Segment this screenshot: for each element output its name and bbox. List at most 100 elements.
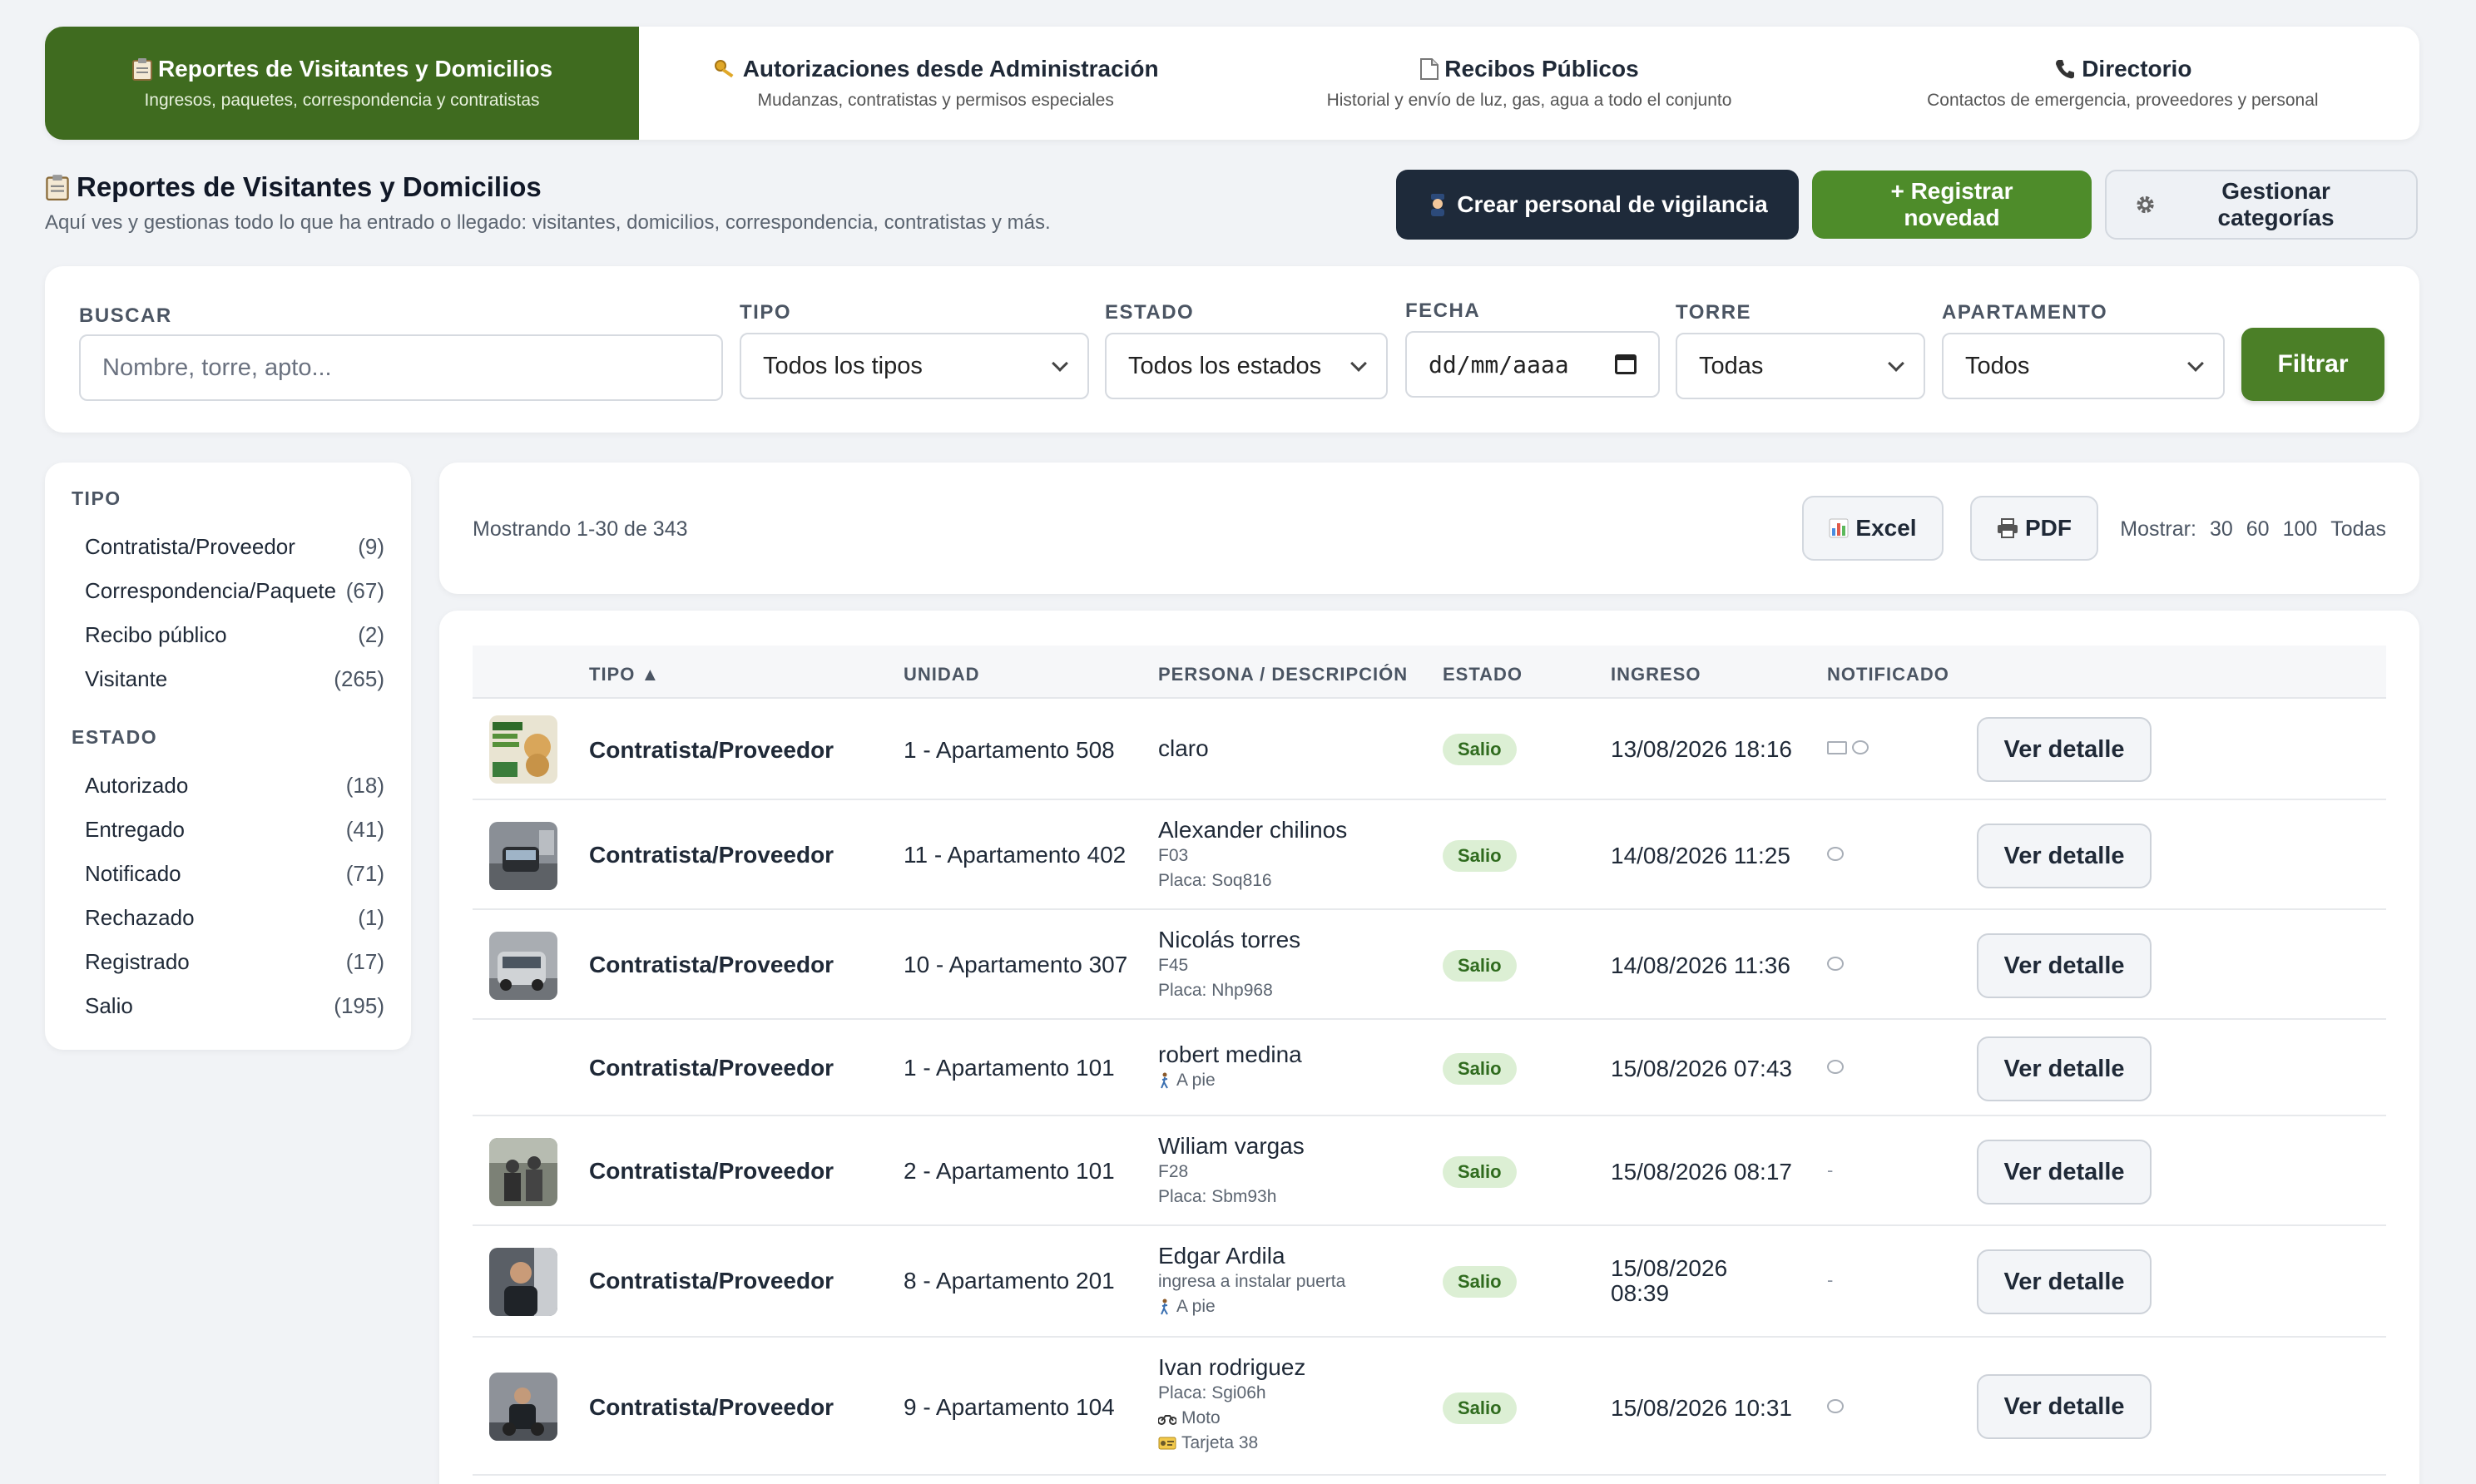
- row-tipo: Contratista/Proveedor: [589, 952, 834, 977]
- person-name: Wiliam vargas: [1158, 1133, 1305, 1159]
- row-thumbnail[interactable]: [489, 1138, 557, 1206]
- apartamento-select-value: Todos: [1965, 352, 2030, 379]
- row-thumbnail[interactable]: [489, 932, 557, 1000]
- torre-label: TORRE: [1676, 301, 1752, 324]
- col-estado-header: ESTADO: [1443, 664, 1523, 685]
- view-detail-button[interactable]: Ver detalle: [1977, 1374, 2152, 1439]
- fecha-input[interactable]: dd/mm/aaaa: [1405, 331, 1660, 398]
- row-tipo: Contratista/Proveedor: [589, 1394, 834, 1420]
- person-transport: A pie: [1158, 1294, 1345, 1319]
- facet-count: (2): [358, 622, 384, 647]
- main-tabs: Reportes de Visitantes y Domicilios Ingr…: [45, 27, 2419, 140]
- search-input[interactable]: Nombre, torre, apto...: [79, 334, 723, 401]
- results-table: TIPO ▲ UNIDAD PERSONA / DESCRIPCIÓN ESTA…: [439, 611, 2419, 1484]
- person-card: Tarjeta 38: [1158, 1431, 1305, 1456]
- view-detail-button[interactable]: Ver detalle: [1977, 1140, 2152, 1205]
- register-novelty-button[interactable]: + Registrar novedad: [1812, 171, 2092, 239]
- col-tipo-header[interactable]: TIPO ▲: [589, 664, 660, 685]
- mail-icon: [1827, 740, 1847, 754]
- guard-icon: [1431, 194, 1445, 216]
- facet-tipo-recibo[interactable]: Recibo público (2): [72, 613, 384, 657]
- row-unidad: 11 - Apartamento 402: [904, 842, 1127, 868]
- row-persona: Nicolás torres F45 Placa: Nhp968: [1158, 927, 1300, 1003]
- facet-estado-rechazado[interactable]: Rechazado (1): [72, 896, 384, 940]
- chat-icon: [1852, 740, 1869, 754]
- apartamento-select[interactable]: Todos: [1942, 333, 2225, 399]
- apartamento-label: APARTAMENTO: [1942, 301, 2108, 324]
- page-title: Reportes de Visitantes y Domicilios: [77, 171, 542, 202]
- page-size-100[interactable]: 100: [2283, 517, 2318, 542]
- manage-categories-button[interactable]: Gestionar categorías: [2105, 170, 2418, 240]
- row-ingreso: 15/08/2026 08:39: [1611, 1256, 1727, 1306]
- view-detail-button[interactable]: Ver detalle: [1977, 1249, 2152, 1314]
- tab-subtitle: Contactos de emergencia, proveedores y p…: [1927, 91, 2319, 110]
- facet-label: Salio: [85, 993, 133, 1018]
- status-badge: Salio: [1443, 1053, 1517, 1085]
- row-notificado: [1827, 1399, 1844, 1413]
- person-detail: F03: [1158, 846, 1189, 865]
- row-tipo: Contratista/Proveedor: [589, 737, 834, 763]
- tipo-select[interactable]: Todos los tipos: [740, 333, 1089, 399]
- facet-estado-autorizado[interactable]: Autorizado (18): [72, 764, 384, 808]
- tab-autorizaciones[interactable]: Autorizaciones desde Administración Muda…: [639, 27, 1232, 140]
- row-thumbnail[interactable]: [489, 715, 557, 784]
- facet-label: Rechazado: [85, 905, 195, 930]
- person-detail: F45: [1158, 956, 1189, 975]
- create-guard-button[interactable]: Crear personal de vigilancia: [1396, 170, 1799, 240]
- torre-select[interactable]: Todas: [1676, 333, 1925, 399]
- status-badge: Salio: [1443, 734, 1517, 765]
- tab-recibos[interactable]: Recibos Públicos Historial y envío de lu…: [1232, 27, 1825, 140]
- facet-tipo-contratista[interactable]: Contratista/Proveedor (9): [72, 525, 384, 569]
- view-detail-button[interactable]: Ver detalle: [1977, 717, 2152, 782]
- photo-thumbnail: [489, 1248, 557, 1316]
- table-row: Contratista/Proveedor 11 - Apartamento 4…: [473, 800, 2386, 910]
- facet-estado-registrado[interactable]: Registrado (17): [72, 940, 384, 984]
- row-notificado: [1827, 957, 1844, 971]
- facet-count: (1): [358, 905, 384, 930]
- tab-title-label: Recibos Públicos: [1444, 56, 1639, 82]
- status-badge: Salio: [1443, 840, 1517, 872]
- row-thumbnail[interactable]: [489, 1248, 557, 1316]
- calendar-icon[interactable]: [1615, 354, 1637, 374]
- estado-select[interactable]: Todos los estados: [1105, 333, 1388, 399]
- person-plate: Placa: Nhp968: [1158, 981, 1273, 1000]
- row-unidad: 10 - Apartamento 307: [904, 952, 1128, 977]
- person-plate: Placa: Sbm93h: [1158, 1187, 1277, 1206]
- facet-estado-entregado[interactable]: Entregado (41): [72, 808, 384, 852]
- facet-tipo-visitante[interactable]: Visitante (265): [72, 657, 384, 701]
- table-row: Contratista/Proveedor 10 - Apartamento 3…: [473, 910, 2386, 1020]
- view-detail-button[interactable]: Ver detalle: [1977, 933, 2152, 998]
- tab-directorio[interactable]: Directorio Contactos de emergencia, prov…: [1826, 27, 2419, 140]
- export-excel-button[interactable]: Excel: [1802, 496, 1944, 561]
- search-placeholder: Nombre, torre, apto...: [102, 354, 332, 381]
- row-thumbnail[interactable]: [489, 1373, 557, 1441]
- gear-icon: [2137, 195, 2154, 214]
- page-size-30[interactable]: 30: [2210, 517, 2233, 542]
- status-badge: Salio: [1443, 1156, 1517, 1188]
- view-detail-button[interactable]: Ver detalle: [1977, 824, 2152, 888]
- id-card-icon: [1158, 1437, 1176, 1450]
- facet-heading-tipo: TIPO: [72, 487, 121, 509]
- row-thumbnail[interactable]: [489, 822, 557, 890]
- facet-tipo-correspondencia[interactable]: Correspondencia/Paquete (67): [72, 569, 384, 613]
- row-unidad: 2 - Apartamento 101: [904, 1158, 1115, 1184]
- row-ingreso: 14/08/2026 11:36: [1611, 952, 1790, 978]
- status-badge: Salio: [1443, 1266, 1517, 1298]
- view-detail-button[interactable]: Ver detalle: [1977, 1036, 2152, 1101]
- create-guard-label: Crear personal de vigilancia: [1457, 191, 1768, 217]
- row-ingreso: 15/08/2026 07:43: [1611, 1056, 1792, 1081]
- chat-icon: [1827, 847, 1844, 861]
- page-size-60[interactable]: 60: [2246, 517, 2270, 542]
- row-ingreso: 13/08/2026 18:16: [1611, 736, 1792, 762]
- tab-reportes[interactable]: Reportes de Visitantes y Domicilios Ingr…: [45, 27, 639, 140]
- facet-estado-notificado[interactable]: Notificado (71): [72, 852, 384, 896]
- export-pdf-button[interactable]: PDF: [1970, 496, 2098, 561]
- row-tipo: Contratista/Proveedor: [589, 1268, 834, 1294]
- header-actions: Crear personal de vigilancia + Registrar…: [1396, 170, 2418, 240]
- facet-estado-salio[interactable]: Salio (195): [72, 984, 384, 1028]
- status-badge: Salio: [1443, 1392, 1517, 1424]
- person-name: Alexander chilinos: [1158, 817, 1348, 843]
- fecha-label: FECHA: [1405, 299, 1481, 322]
- filter-button[interactable]: Filtrar: [2241, 328, 2384, 401]
- page-size-all[interactable]: Todas: [2330, 517, 2386, 542]
